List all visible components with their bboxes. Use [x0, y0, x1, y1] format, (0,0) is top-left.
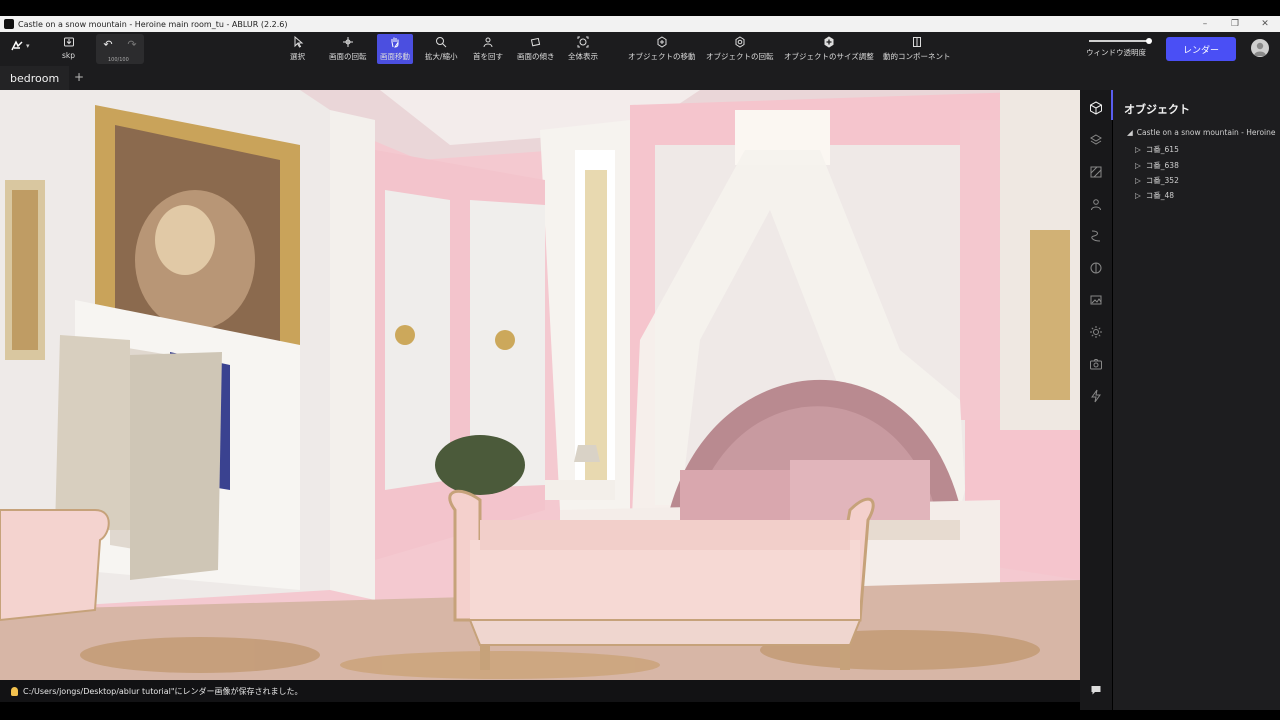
- tree-item-label: コ番_615: [1145, 145, 1179, 154]
- add-tab-button[interactable]: +: [74, 70, 84, 84]
- tool-look-around[interactable]: 首を回す: [473, 34, 503, 64]
- tool-scale-object-label: オブジェクトのサイズ調整: [784, 52, 874, 61]
- window-opacity-knob[interactable]: [1146, 38, 1152, 44]
- import-icon: [63, 37, 74, 47]
- lightning-icon[interactable]: [1089, 388, 1103, 403]
- tool-move-object[interactable]: オブジェクトの移動: [628, 34, 696, 64]
- layers-icon[interactable]: [1089, 132, 1103, 146]
- person-icon[interactable]: [1089, 196, 1103, 211]
- chevron-down-icon: ▾: [26, 42, 30, 50]
- lightbulb-icon: [11, 686, 18, 696]
- tool-zoom-label: 拡大/縮小: [425, 52, 458, 61]
- cube-icon[interactable]: [1089, 100, 1103, 115]
- look-around-icon: [483, 37, 493, 48]
- tool-tilt[interactable]: 画面の傾き: [517, 34, 555, 64]
- window-opacity-control[interactable]: ウィンドウ透明度: [1086, 37, 1156, 63]
- redo-button[interactable]: ↷: [127, 38, 136, 51]
- caret-right-icon[interactable]: ▷: [1135, 145, 1141, 154]
- path-icon[interactable]: [1089, 228, 1103, 242]
- sun-icon[interactable]: [1089, 324, 1103, 338]
- tree-item-label: コ番_352: [1145, 176, 1179, 185]
- tree-item[interactable]: ▷ コ番_615: [1135, 144, 1179, 155]
- tilt-icon: [530, 37, 540, 47]
- tree-item-label: コ番_48: [1145, 191, 1175, 200]
- history-group: ↶ ↷ 100/100: [96, 34, 144, 64]
- environment-icon[interactable]: [1089, 260, 1103, 274]
- import-skp-button[interactable]: skp: [62, 34, 75, 64]
- undo-button[interactable]: ↶: [103, 38, 112, 51]
- import-skp-label: skp: [62, 51, 76, 60]
- caret-right-icon[interactable]: ▷: [1135, 176, 1141, 185]
- user-avatar[interactable]: [1251, 39, 1269, 57]
- tool-zoom-extents-label: 全体表示: [568, 52, 598, 61]
- tool-look-around-label: 首を回す: [473, 52, 503, 61]
- material-icon[interactable]: [1089, 164, 1103, 178]
- camera-icon[interactable]: [1089, 356, 1103, 370]
- tree-item[interactable]: ▷ コ番_638: [1135, 160, 1179, 171]
- object-panel: オブジェクト ◢ Castle on a snow mountain - Her…: [1113, 90, 1280, 710]
- cursor-icon: [294, 36, 303, 48]
- user-icon: [1254, 42, 1266, 56]
- app-logo-icon: [4, 19, 14, 29]
- caret-right-icon[interactable]: ▷: [1135, 161, 1141, 170]
- tool-select[interactable]: 選択: [290, 34, 305, 64]
- image-icon[interactable]: [1089, 292, 1103, 306]
- chat-icon[interactable]: [1090, 684, 1102, 696]
- close-button[interactable]: ✕: [1250, 19, 1280, 29]
- tree-item[interactable]: ▷ コ番_352: [1135, 175, 1179, 186]
- status-bar: C:/Users/jongs/Desktop/ablur tutorial"にレ…: [0, 680, 1080, 702]
- tool-scale-object[interactable]: オブジェクトのサイズ調整: [784, 34, 874, 64]
- hand-icon: [391, 37, 399, 48]
- window-opacity-fill: [1089, 40, 1149, 42]
- status-message: C:/Users/jongs/Desktop/ablur tutorial"にレ…: [23, 686, 303, 696]
- move-object-icon: [657, 36, 667, 48]
- minimize-button[interactable]: –: [1190, 19, 1220, 29]
- caret-right-icon[interactable]: ▷: [1135, 191, 1141, 200]
- 3d-viewport[interactable]: [0, 90, 1080, 680]
- tree-root-label: Castle on a snow mountain - Heroine: [1136, 128, 1276, 137]
- tool-pan-label: 画面移動: [380, 52, 410, 61]
- tool-dynamic-component-label: 動的コンポーネント: [883, 52, 951, 61]
- tree-item[interactable]: ▷ コ番_48: [1135, 190, 1174, 201]
- tool-zoom[interactable]: 拡大/縮小: [425, 34, 458, 64]
- tool-rotate-object-label: オブジェクトの回転: [706, 52, 774, 61]
- tool-dynamic-component[interactable]: 動的コンポーネント: [883, 34, 951, 64]
- orbit-icon: [342, 37, 353, 47]
- zoom-extents-icon: [577, 36, 589, 48]
- scale-object-icon: [824, 36, 834, 48]
- panel-icon-strip: [1080, 90, 1113, 710]
- maximize-button[interactable]: ❐: [1220, 19, 1250, 29]
- panel-title: オブジェクト: [1124, 103, 1190, 116]
- tool-rotate-object[interactable]: オブジェクトの回転: [706, 34, 774, 64]
- tree-item-label: コ番_638: [1145, 161, 1179, 170]
- tool-pan[interactable]: 画面移動: [377, 34, 413, 64]
- window-opacity-slider[interactable]: [1089, 38, 1152, 44]
- main-toolbar: ▾ skp ↶ ↷ 100/100 選択 画面の回転 画面移動 拡大/縮小 首を…: [0, 32, 1280, 66]
- undo-counter: 100/100: [108, 57, 129, 63]
- dynamic-component-icon: [912, 37, 921, 47]
- document-tab-bar: bedroom +: [0, 66, 1280, 90]
- tab-bedroom[interactable]: bedroom: [0, 66, 70, 90]
- window-title: Castle on a snow mountain - Heroine main…: [18, 19, 288, 29]
- ablur-logo-icon: [11, 40, 23, 51]
- zoom-icon: [436, 37, 447, 48]
- tool-zoom-extents[interactable]: 全体表示: [568, 34, 598, 64]
- tree-root-item[interactable]: ◢ Castle on a snow mountain - Heroine: [1127, 128, 1275, 137]
- tool-orbit-label: 画面の回転: [329, 52, 367, 61]
- tool-select-label: 選択: [290, 52, 305, 61]
- render-button[interactable]: レンダー: [1166, 37, 1236, 61]
- rotate-object-icon: [735, 36, 745, 48]
- window-opacity-label: ウィンドウ透明度: [1086, 48, 1146, 57]
- scene-render: [0, 90, 1080, 680]
- window-title-bar: Castle on a snow mountain - Heroine main…: [0, 16, 1280, 32]
- tool-move-object-label: オブジェクトの移動: [628, 52, 696, 61]
- app-menu-button[interactable]: ▾: [10, 40, 30, 52]
- caret-down-icon[interactable]: ◢: [1127, 128, 1133, 137]
- tool-orbit[interactable]: 画面の回転: [329, 34, 367, 64]
- tool-tilt-label: 画面の傾き: [517, 52, 555, 61]
